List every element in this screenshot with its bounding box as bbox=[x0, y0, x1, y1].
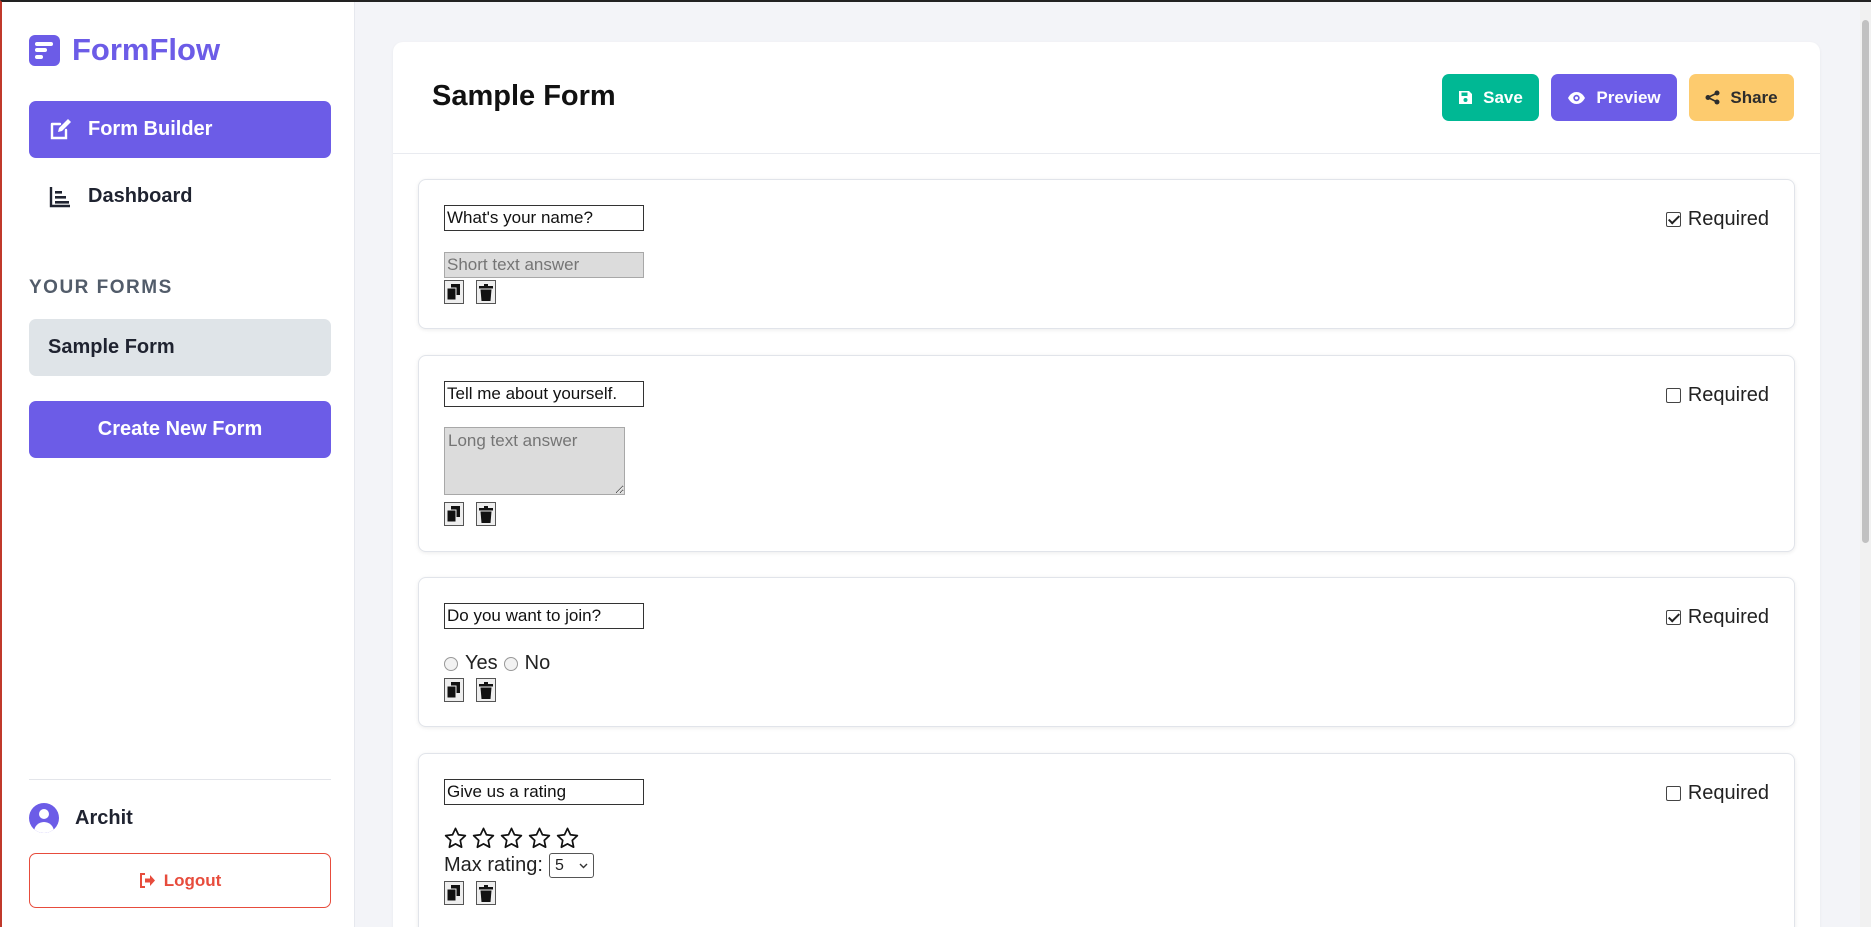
nav-form-builder[interactable]: Form Builder bbox=[29, 101, 331, 158]
divider bbox=[29, 779, 331, 780]
required-toggle[interactable]: Required bbox=[1665, 606, 1769, 629]
copy-icon bbox=[447, 506, 460, 522]
long-answer-preview bbox=[444, 427, 625, 495]
duplicate-button[interactable] bbox=[444, 280, 464, 304]
trash-icon bbox=[479, 681, 493, 699]
question-title-input[interactable] bbox=[444, 603, 644, 629]
question-actions bbox=[444, 881, 508, 905]
star-icon[interactable] bbox=[500, 827, 523, 849]
share-button[interactable]: Share bbox=[1689, 74, 1794, 121]
question-card: Required Max rating: 5 bbox=[418, 753, 1795, 927]
short-answer-preview bbox=[444, 252, 644, 278]
nav-label: Dashboard bbox=[88, 185, 193, 207]
sidebar: FormFlow Form Builder Dashboard YOUR FOR… bbox=[2, 2, 355, 927]
required-checkbox[interactable] bbox=[1665, 786, 1681, 801]
trash-icon bbox=[479, 283, 493, 301]
brand[interactable]: FormFlow bbox=[29, 32, 220, 68]
user-profile: Archit bbox=[29, 803, 133, 833]
question-actions bbox=[444, 678, 508, 702]
nav-label: Form Builder bbox=[88, 118, 213, 140]
scrollbar[interactable] bbox=[1860, 2, 1871, 927]
max-rating-value: 5 bbox=[554, 856, 564, 874]
required-toggle[interactable]: Required bbox=[1665, 782, 1769, 805]
create-new-form-button[interactable]: Create New Form bbox=[29, 401, 331, 458]
trash-icon bbox=[479, 884, 493, 902]
radio-options: Yes No bbox=[444, 652, 556, 675]
required-label: Required bbox=[1687, 782, 1769, 804]
question-card: Required bbox=[418, 179, 1795, 329]
duplicate-button[interactable] bbox=[444, 502, 464, 526]
radio-no[interactable] bbox=[503, 656, 518, 671]
share-label: Share bbox=[1730, 87, 1778, 107]
duplicate-button[interactable] bbox=[444, 678, 464, 702]
radio-label: Yes bbox=[465, 652, 498, 674]
max-rating-row: Max rating: 5 bbox=[444, 853, 594, 878]
question-title-input[interactable] bbox=[444, 381, 644, 407]
star-icon[interactable] bbox=[472, 827, 495, 849]
edit-icon bbox=[48, 118, 72, 142]
question-actions bbox=[444, 280, 508, 304]
required-checkbox[interactable] bbox=[1665, 212, 1681, 227]
max-rating-label: Max rating: bbox=[444, 854, 543, 876]
required-checkbox[interactable] bbox=[1665, 610, 1681, 625]
form-title: Sample Form bbox=[432, 80, 616, 112]
eye-icon bbox=[1567, 91, 1586, 105]
question-title-input[interactable] bbox=[444, 779, 644, 805]
delete-button[interactable] bbox=[476, 881, 496, 905]
radio-label: No bbox=[524, 652, 551, 674]
save-label: Save bbox=[1483, 87, 1523, 107]
duplicate-button[interactable] bbox=[444, 881, 464, 905]
logout-icon bbox=[139, 873, 156, 888]
question-actions bbox=[444, 502, 508, 526]
your-forms-heading: YOUR FORMS bbox=[29, 277, 173, 298]
star-icon[interactable] bbox=[556, 827, 579, 849]
nav-dashboard[interactable]: Dashboard bbox=[29, 168, 331, 225]
required-label: Required bbox=[1687, 384, 1769, 406]
form-header: Sample Form Save Preview Share bbox=[393, 42, 1820, 154]
rating-stars bbox=[444, 827, 584, 849]
question-title-input[interactable] bbox=[444, 205, 644, 231]
star-icon[interactable] bbox=[528, 827, 551, 849]
copy-icon bbox=[447, 885, 460, 901]
chevron-down-icon bbox=[579, 863, 588, 868]
delete-button[interactable] bbox=[476, 678, 496, 702]
max-rating-select[interactable]: 5 bbox=[548, 853, 594, 878]
save-button[interactable]: Save bbox=[1442, 74, 1539, 121]
share-icon bbox=[1705, 90, 1720, 105]
app-name: FormFlow bbox=[72, 32, 221, 67]
user-name: Archit bbox=[75, 806, 133, 829]
copy-icon bbox=[447, 682, 460, 698]
delete-button[interactable] bbox=[476, 502, 496, 526]
required-toggle[interactable]: Required bbox=[1665, 208, 1769, 231]
logout-label: Logout bbox=[163, 870, 222, 890]
delete-button[interactable] bbox=[476, 280, 496, 304]
form-list-item[interactable]: Sample Form bbox=[29, 319, 331, 376]
star-icon[interactable] bbox=[444, 827, 467, 849]
copy-icon bbox=[447, 284, 460, 300]
form-logo-icon bbox=[29, 34, 60, 66]
logout-button[interactable]: Logout bbox=[29, 853, 331, 908]
scrollbar-thumb[interactable] bbox=[1862, 20, 1869, 543]
required-checkbox[interactable] bbox=[1665, 388, 1681, 403]
required-toggle[interactable]: Required bbox=[1665, 384, 1769, 407]
question-card: Required bbox=[418, 355, 1795, 552]
preview-button[interactable]: Preview bbox=[1551, 74, 1677, 121]
required-label: Required bbox=[1687, 606, 1769, 628]
trash-icon bbox=[479, 505, 493, 523]
floppy-disk-icon bbox=[1458, 90, 1473, 105]
required-label: Required bbox=[1687, 208, 1769, 230]
radio-yes[interactable] bbox=[444, 656, 458, 671]
question-card: Required Yes No bbox=[418, 577, 1795, 727]
preview-label: Preview bbox=[1596, 87, 1661, 107]
chart-icon bbox=[48, 185, 72, 209]
user-avatar-icon bbox=[29, 803, 59, 833]
